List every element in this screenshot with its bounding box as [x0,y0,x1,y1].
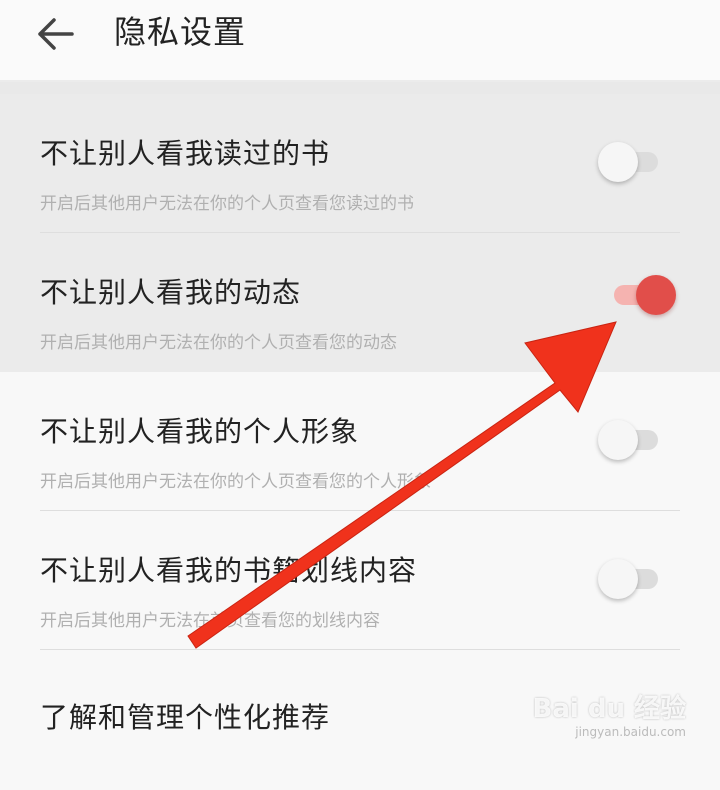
section-gap [0,82,720,94]
setting-row-underlines[interactable]: 不让别人看我的书籍划线内容 开启后其他用户无法在首页查看您的划线内容 [0,511,720,650]
setting-row-avatar[interactable]: 不让别人看我的个人形象 开启后其他用户无法在你的个人页查看您的个人形象 [0,372,720,511]
watermark-logo-text: Bai du 经验 [532,694,687,724]
setting-subtitle: 开启后其他用户无法在首页查看您的划线内容 [40,611,380,631]
setting-subtitle: 开启后其他用户无法在你的个人页查看您的动态 [40,333,397,353]
settings-list: 不让别人看我读过的书 开启后其他用户无法在你的个人页查看您读过的书 不让别人看我… [0,94,720,790]
recommend-title: 了解和管理个性化推荐 [40,701,331,734]
setting-title: 不让别人看我的动态 [40,276,302,309]
toggle-knob [636,275,676,315]
back-button[interactable] [30,10,82,58]
books-privacy-toggle[interactable] [598,142,658,182]
setting-subtitle: 开启后其他用户无法在你的个人页查看您读过的书 [40,194,414,214]
setting-subtitle: 开启后其他用户无法在你的个人页查看您的个人形象 [40,472,431,492]
underlines-privacy-toggle[interactable] [598,559,658,599]
setting-row-activity[interactable]: 不让别人看我的动态 开启后其他用户无法在你的个人页查看您的动态 [0,233,720,372]
setting-title: 不让别人看我读过的书 [40,137,331,170]
setting-title: 不让别人看我的个人形象 [40,415,360,448]
app-header: 隐私设置 [0,0,720,82]
avatar-privacy-toggle[interactable] [598,420,658,460]
activity-privacy-toggle[interactable] [614,275,676,315]
toggle-knob [598,142,638,182]
toggle-knob [598,420,638,460]
arrow-left-icon [38,18,74,50]
toggle-knob [598,559,638,599]
setting-title: 不让别人看我的书籍划线内容 [40,554,418,587]
watermark-url: jingyan.baidu.com [575,725,686,739]
baidu-watermark: Bai du 经验 jingyan.baidu.com [533,688,687,739]
setting-row-books[interactable]: 不让别人看我读过的书 开启后其他用户无法在你的个人页查看您读过的书 [0,94,720,233]
page-title: 隐私设置 [114,13,247,51]
